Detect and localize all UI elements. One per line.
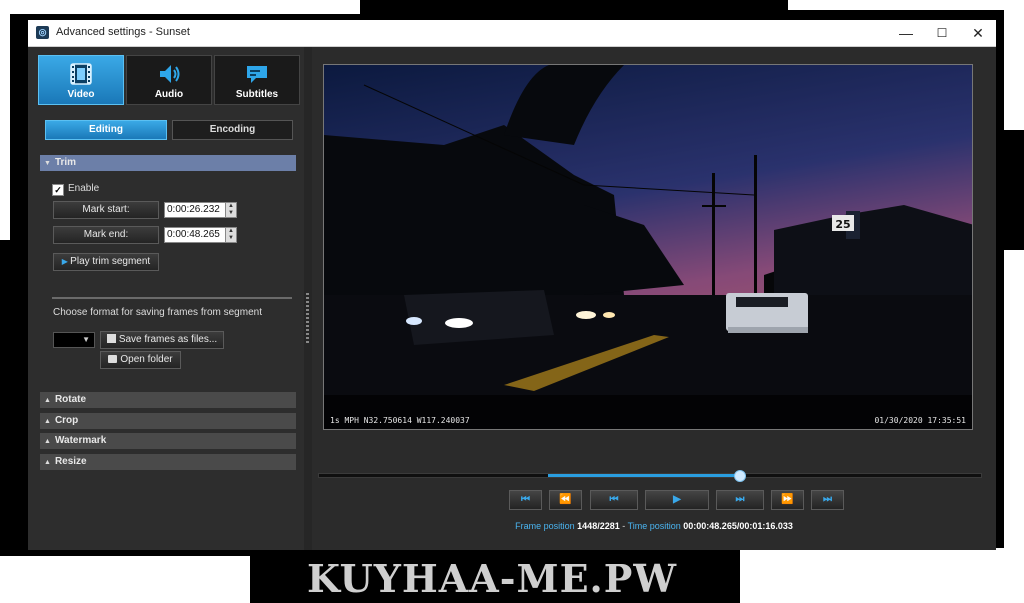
section-trim[interactable]: ▼ Trim (40, 155, 296, 171)
play-icon: ▶ (61, 257, 71, 266)
tab-label: Subtitles (235, 89, 279, 100)
tab-audio[interactable]: Audio (126, 55, 212, 105)
save-frames-label: Save frames as files... (118, 334, 218, 345)
format-dropdown[interactable]: ▼ (53, 332, 95, 348)
play-button[interactable]: ▶ (645, 490, 709, 510)
folder-icon (108, 355, 118, 363)
frame-position-value: 1448/2281 (577, 521, 620, 531)
tab-label: Video (67, 89, 95, 100)
mark-end-button[interactable]: Mark end: (53, 226, 159, 244)
panel-splitter[interactable] (304, 47, 312, 550)
next-frame-button[interactable]: ⏩ (771, 490, 804, 510)
play-trim-label: Play trim segment (70, 256, 151, 267)
play-trim-segment-button[interactable]: ▶ Play trim segment (53, 253, 159, 271)
section-rotate[interactable]: ▲ Rotate (40, 392, 296, 408)
frame-band (0, 0, 10, 240)
subtitles-icon (247, 66, 267, 83)
previous-frame-button[interactable]: ⏪ (549, 490, 582, 510)
minimize-button[interactable]: — (888, 20, 924, 46)
section-title: Trim (54, 157, 77, 168)
frame-band (0, 0, 360, 14)
grip-icon (306, 293, 309, 345)
seek-handle[interactable] (733, 470, 746, 482)
speed-limit-number: 25 (835, 218, 850, 231)
tab-video[interactable]: Video (38, 55, 124, 105)
section-title: Rotate (54, 394, 87, 405)
app-icon: ◎ (36, 26, 49, 39)
mark-end-jump-button[interactable]: ⏭ (716, 490, 764, 510)
mark-end-spinner[interactable]: ▲ ▼ (225, 227, 237, 243)
seek-progress (548, 474, 739, 477)
time-position-value: 00:00:48.265/00:01:16.033 (683, 521, 793, 531)
time-position-label: Time position (627, 521, 681, 531)
chevron-down-icon: ▼ (44, 160, 51, 167)
section-watermark[interactable]: ▲ Watermark (40, 433, 296, 449)
tab-label: Audio (154, 89, 184, 100)
maximize-button[interactable]: ☐ (924, 20, 960, 46)
mark-start-jump-button[interactable]: ⏮ (590, 490, 638, 510)
chevron-down-icon: ▼ (82, 335, 90, 344)
enable-label: Enable (68, 183, 100, 194)
divider (52, 297, 292, 299)
advanced-settings-window: ◎ Advanced settings - Sunset — ☐ ✕ Video (28, 20, 996, 550)
section-resize[interactable]: ▲ Resize (40, 454, 296, 470)
frame-band (788, 0, 1024, 10)
go-to-end-button[interactable]: ⏭ (811, 490, 844, 510)
chevron-up-icon: ▲ (44, 459, 51, 466)
speaker-icon (160, 65, 180, 83)
subtab-encoding[interactable]: Encoding (172, 120, 293, 140)
frame-band (0, 556, 250, 603)
mark-start-spinner[interactable]: ▲ ▼ (225, 202, 237, 218)
frame-band (1004, 0, 1024, 130)
mark-end-field[interactable]: 0:00:48.265 (164, 227, 226, 243)
window-title: Advanced settings - Sunset (56, 26, 190, 38)
section-title: Resize (54, 456, 87, 467)
close-button[interactable]: ✕ (960, 20, 996, 46)
chevron-up-icon: ▲ (44, 418, 51, 425)
settings-panel: Video Audio Subtitles Editing Encoding ▼… (28, 47, 304, 550)
section-title: Watermark (54, 435, 107, 446)
section-title: Crop (54, 415, 79, 426)
position-status: Frame position 1448/2281 - Time position… (312, 521, 996, 531)
timestamp-overlay: 01/30/2020 17:35:51 (874, 416, 966, 425)
section-crop[interactable]: ▲ Crop (40, 413, 296, 429)
frame-band (1004, 250, 1024, 550)
open-folder-label: Open folder (120, 354, 173, 365)
film-icon (70, 63, 92, 85)
preview-panel: 25 1s MPH N32.750614 W117.240037 01/30/2 (312, 47, 996, 550)
enable-checkbox[interactable]: ✓ (52, 184, 64, 196)
site-watermark: KUYHAA-ME.PW (306, 556, 678, 601)
status-separator: - (622, 521, 626, 531)
mark-start-button[interactable]: Mark start: (53, 201, 159, 219)
mark-start-field[interactable]: 0:00:26.232 (164, 202, 226, 218)
video-frame: 25 1s MPH N32.750614 W117.240037 01/30/2 (324, 65, 972, 429)
choose-format-label: Choose format for saving frames from seg… (53, 307, 262, 318)
chevron-up-icon: ▲ (44, 397, 51, 404)
chevron-up-icon: ▲ (44, 438, 51, 445)
subtab-editing[interactable]: Editing (45, 120, 167, 140)
frame-band (740, 548, 1024, 603)
save-icon (106, 334, 116, 343)
video-preview[interactable]: 25 1s MPH N32.750614 W117.240037 01/30/2 (323, 64, 973, 430)
open-folder-button[interactable]: Open folder (100, 351, 181, 369)
go-to-start-button[interactable]: ⏮ (509, 490, 542, 510)
frame-position-label: Frame position (515, 521, 575, 531)
title-bar: ◎ Advanced settings - Sunset — ☐ ✕ (28, 20, 996, 47)
tab-subtitles[interactable]: Subtitles (214, 55, 300, 105)
gps-overlay: 1s MPH N32.750614 W117.240037 (330, 416, 470, 425)
save-frames-button[interactable]: Save frames as files... (100, 331, 224, 349)
